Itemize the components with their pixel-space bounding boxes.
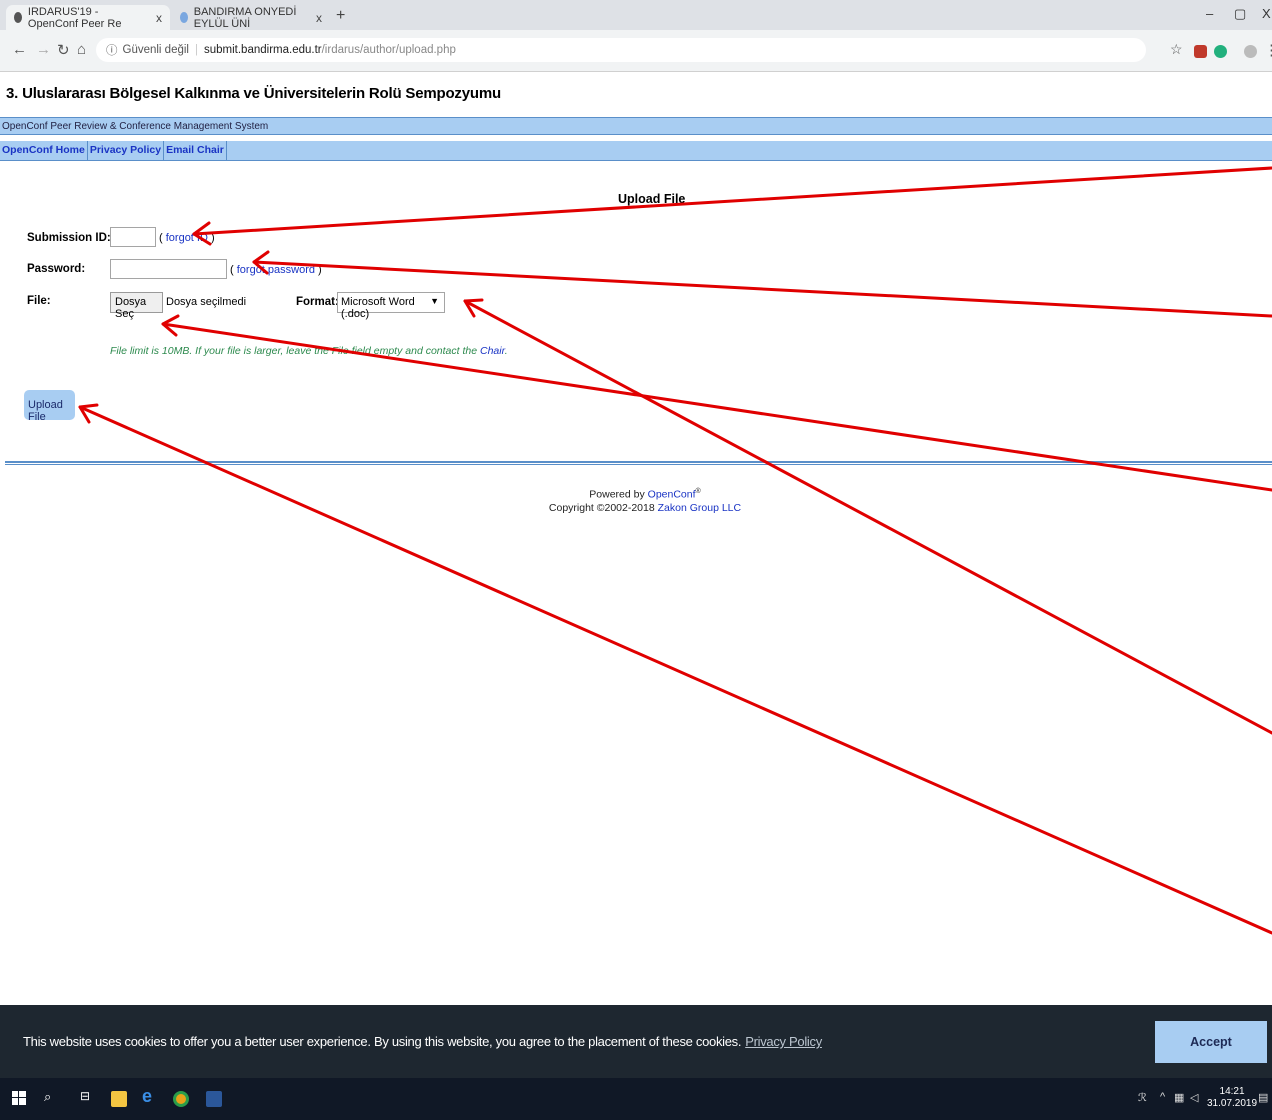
screen: IRDARUS'19 - OpenConf Peer Re x BANDIRMA… xyxy=(0,0,1272,1120)
annotation-arrow-submission-id xyxy=(192,166,1272,236)
browser-tab[interactable]: BANDIRMA ONYEDİ EYLÜL ÜNİ x xyxy=(172,5,330,30)
format-selected-value: Microsoft Word (.doc) xyxy=(341,296,415,320)
format-select[interactable]: Microsoft Word (.doc) ▼ xyxy=(337,292,445,320)
bookmark-star-icon[interactable]: ☆ xyxy=(1170,41,1183,58)
minimize-button[interactable]: – xyxy=(1206,6,1213,21)
chair-link[interactable]: Chair xyxy=(480,345,505,357)
system-name-bar: OpenConf Peer Review & Conference Manage… xyxy=(0,117,1272,135)
zakon-link[interactable]: Zakon Group LLC xyxy=(658,502,741,514)
password-label: Password: xyxy=(27,263,86,275)
profile-icon[interactable] xyxy=(1244,45,1257,58)
openconf-link[interactable]: OpenConf xyxy=(648,489,696,501)
tab-title: BANDIRMA ONYEDİ EYLÜL ÜNİ xyxy=(193,5,297,30)
cookie-message: This website uses cookies to offer you a… xyxy=(23,1034,822,1049)
footer-divider xyxy=(5,461,1272,465)
forgot-password-link[interactable]: ( forgot password ) xyxy=(230,264,322,276)
submission-id-label: Submission ID: xyxy=(27,232,111,244)
site-favicon-icon xyxy=(180,12,188,23)
tab-title: IRDARUS'19 - OpenConf Peer Re xyxy=(27,5,122,30)
back-arrow-icon[interactable]: ← xyxy=(12,41,27,58)
footer: Powered by OpenConf® Copyright ©2002-201… xyxy=(548,488,742,514)
forgot-id-link[interactable]: ( forgot ID ) xyxy=(159,232,215,244)
windows-start-icon[interactable] xyxy=(12,1091,28,1107)
taskbar: ⌕ ⊟ e ℛ ^ ▦ ◁ 14:21 31.07.2019 ▤ xyxy=(0,1078,1272,1120)
nav-bar: OpenConf Home Privacy Policy Email Chair xyxy=(0,141,1272,161)
browser-tab-active[interactable]: IRDARUS'19 - OpenConf Peer Re x xyxy=(6,5,170,30)
browser-tab-strip: IRDARUS'19 - OpenConf Peer Re x BANDIRMA… xyxy=(0,0,1272,30)
tab-close-icon[interactable]: x xyxy=(316,11,322,25)
choose-file-button[interactable]: Dosya Seç xyxy=(110,292,163,320)
file-limit-note: File limit is 10MB. If your file is larg… xyxy=(110,345,508,357)
forward-arrow-icon[interactable]: → xyxy=(36,41,51,58)
annotation-arrowhead xyxy=(463,298,484,318)
submission-id-input[interactable] xyxy=(110,227,156,247)
url-host: submit.bandirma.edu.tr xyxy=(203,44,322,56)
page-title: 3. Uluslararası Bölgesel Kalkınma ve Üni… xyxy=(6,85,501,102)
cookie-bar: This website uses cookies to offer you a… xyxy=(0,1005,1272,1078)
word-app-icon[interactable] xyxy=(206,1091,222,1107)
menu-kebab-icon[interactable]: ⋮ xyxy=(1264,41,1272,59)
taskbar-clock[interactable]: 14:21 31.07.2019 xyxy=(1207,1086,1257,1110)
volume-icon[interactable]: ◁ xyxy=(1190,1091,1198,1104)
file-explorer-icon[interactable] xyxy=(111,1091,127,1107)
task-view-icon[interactable]: ⊟ xyxy=(80,1089,96,1105)
chrome-browser-icon[interactable] xyxy=(173,1091,189,1107)
site-favicon-icon xyxy=(14,12,22,23)
file-label: File: xyxy=(27,295,51,307)
format-label: Format: xyxy=(296,296,339,308)
maximize-button[interactable]: ▢ xyxy=(1234,6,1246,22)
extension-icon[interactable] xyxy=(1194,45,1207,58)
annotation-arrowhead xyxy=(161,314,180,337)
accept-cookies-button[interactable]: Accept xyxy=(1155,1021,1267,1063)
tab-close-icon[interactable]: x xyxy=(156,11,162,25)
cookie-privacy-link[interactable]: Privacy Policy xyxy=(745,1034,822,1049)
close-window-button[interactable]: X xyxy=(1262,6,1271,21)
search-icon[interactable]: ⌕ xyxy=(44,1089,60,1105)
url-path: /irdarus/author/upload.php xyxy=(321,44,456,56)
system-name: OpenConf Peer Review & Conference Manage… xyxy=(2,121,269,132)
clock-time: 14:21 xyxy=(1219,1086,1245,1097)
extension-icon[interactable] xyxy=(1214,45,1227,58)
file-name-text: Dosya seçilmedi xyxy=(166,296,247,308)
clock-date: 31.07.2019 xyxy=(1207,1098,1258,1109)
people-icon[interactable]: ℛ xyxy=(1138,1091,1147,1104)
reload-icon[interactable]: ↻ xyxy=(57,41,70,59)
browser-toolbar: ← → ↻ ⌂ ⓘ Güvenli değil | submit.bandirm… xyxy=(0,30,1272,72)
nav-link-privacy-policy[interactable]: Privacy Policy xyxy=(88,141,165,161)
new-tab-button[interactable]: + xyxy=(336,7,345,25)
network-icon[interactable]: ▦ xyxy=(1174,1091,1184,1104)
nav-link-openconf-home[interactable]: OpenConf Home xyxy=(0,141,88,161)
form-heading: Upload File xyxy=(618,192,686,206)
edge-browser-icon[interactable]: e xyxy=(142,1086,158,1106)
home-icon[interactable]: ⌂ xyxy=(77,41,86,58)
password-input[interactable] xyxy=(110,259,227,279)
annotation-arrowhead xyxy=(78,403,99,424)
caret-down-icon: ▼ xyxy=(430,296,439,306)
info-icon: ⓘ xyxy=(106,45,118,57)
upload-file-button[interactable]: Upload File xyxy=(24,390,75,423)
tray-chevron-up-icon[interactable]: ^ xyxy=(1160,1091,1165,1103)
address-bar[interactable]: ⓘ Güvenli değil | submit.bandirma.edu.tr… xyxy=(96,38,1146,62)
nav-link-email-chair[interactable]: Email Chair xyxy=(164,141,227,161)
annotation-arrow-format xyxy=(463,299,1272,735)
annotation-arrows xyxy=(78,166,1272,935)
security-label: Güvenli değil xyxy=(122,44,189,56)
notifications-icon[interactable]: ▤ xyxy=(1258,1091,1268,1104)
